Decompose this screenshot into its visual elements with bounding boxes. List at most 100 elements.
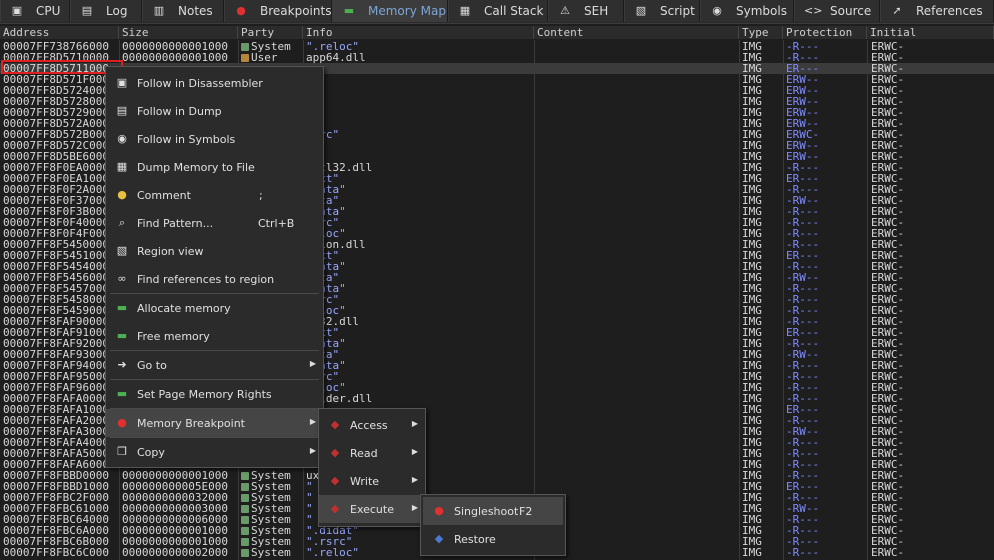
table-row[interactable]: 00007FF738766000 0000000000001000 System ".… (0, 41, 994, 52)
protection-cell: ER--- (786, 250, 820, 261)
initial-protection-cell: ERWC- (871, 415, 905, 426)
column-header-content[interactable]: Content (534, 26, 739, 39)
initial-protection-cell: ERWC- (871, 206, 905, 217)
menu-item-dump-memory-to-file[interactable]: ▦ Dump Memory to File (106, 153, 323, 181)
info-cell: pdata" (306, 206, 346, 217)
menu-item-allocate-memory[interactable]: ▬ Allocate memory (106, 294, 323, 322)
submenu-item-write[interactable]: ◆ Write ▶ (319, 467, 425, 495)
tab-cpu[interactable]: ▣ CPU (0, 0, 70, 22)
menu-item-copy[interactable]: ❐ Copy ▶ (106, 438, 323, 466)
menu-item-free-memory[interactable]: ▬ Free memory (106, 322, 323, 350)
initial-protection-cell: ERWC- (871, 41, 905, 52)
menu-item-follow-in-disassembler[interactable]: ▣ Follow in Disassembler (106, 69, 323, 97)
column-header-initial[interactable]: Initial (867, 26, 994, 39)
submenu-item-singleshoot[interactable]: ● Singleshoot F2 (423, 497, 563, 525)
protection-cell: -R--- (786, 459, 820, 470)
type-cell: IMG (742, 140, 762, 151)
submenu-item-restore[interactable]: ◆ Restore (423, 525, 563, 553)
size-cell: 000000000005E000 (122, 481, 228, 492)
tab-call-stack[interactable]: ▦ Call Stack (448, 0, 548, 22)
notes-icon: ▥ (153, 4, 165, 17)
tab-log[interactable]: ▤ Log (70, 0, 142, 22)
address-cell: 00007FF8FBC64000 (3, 514, 109, 525)
menu-item-label: Comment (137, 189, 191, 202)
column-header-protection[interactable]: Protection (783, 26, 867, 39)
menu-item-comment[interactable]: ● Comment; (106, 181, 323, 209)
table-row[interactable]: 00007FF8D5710000 0000000000001000 User app6… (0, 52, 994, 63)
type-cell: IMG (742, 41, 762, 52)
initial-protection-cell: ERWC- (871, 305, 905, 316)
type-cell: IMG (742, 536, 762, 547)
menu-item-go-to[interactable]: ➜ Go to ▶ (106, 351, 323, 379)
party-label: System (251, 492, 291, 503)
tab-label: CPU (36, 4, 61, 18)
protection-cell: -R--- (786, 393, 820, 404)
tab-notes[interactable]: ▥ Notes (142, 0, 224, 22)
initial-protection-cell: ERWC- (871, 283, 905, 294)
submenu-item-execute[interactable]: ◆ Execute ▶ (319, 495, 425, 523)
protection-cell: -R--- (786, 338, 820, 349)
protection-cell: -R--- (786, 437, 820, 448)
column-header-party[interactable]: Party (238, 26, 303, 39)
tab-symbols[interactable]: ◉ Symbols (700, 0, 794, 22)
tab-references[interactable]: ➚ References (880, 0, 994, 22)
menu-item-find-references-to-region[interactable]: ∞ Find references to region (106, 265, 323, 293)
menu-item-find-pattern[interactable]: ⌕ Find Pattern... Ctrl+B (106, 209, 323, 237)
protection-cell: -R--- (786, 206, 820, 217)
menu-item-set-page-memory-rights[interactable]: ▬ Set Page Memory Rights (106, 380, 323, 408)
menu-item-label: Set Page Memory Rights (137, 388, 272, 401)
size-cell: 0000000000001000 (122, 41, 228, 52)
type-cell: IMG (742, 514, 762, 525)
menu-item-memory-breakpoint[interactable]: ● Memory Breakpoint ▶ (106, 409, 323, 437)
tab-seh[interactable]: ⚠ SEH (548, 0, 624, 22)
tab-source[interactable]: <> Source (794, 0, 880, 22)
read-bp-icon: ◆ (330, 446, 340, 459)
initial-protection-cell: ERWC- (871, 382, 905, 393)
table-row[interactable]: 00007FF8FBBD0000 0000000000001000 System ux… (0, 470, 994, 481)
memory-breakpoint-submenu: ◆ Access ▶ ◆ Read ▶ ◆ Write ▶ ◆ Execute ▶ (318, 408, 426, 527)
table-row[interactable]: 00007FF8FBBD1000 000000000005E000 System " I… (0, 481, 994, 492)
menu-item-follow-in-symbols[interactable]: ◉ Follow in Symbols (106, 125, 323, 153)
initial-protection-cell: ERWC- (871, 129, 905, 140)
initial-protection-cell: ERWC- (871, 85, 905, 96)
initial-protection-cell: ERWC- (871, 404, 905, 415)
submenu-item-access[interactable]: ◆ Access ▶ (319, 411, 425, 439)
column-header-size[interactable]: Size (119, 26, 238, 39)
column-header-address[interactable]: Address (0, 26, 119, 39)
address-cell: 00007FF8F5459000 (3, 305, 109, 316)
type-cell: IMG (742, 272, 762, 283)
info-cell: rsrc" (306, 371, 534, 382)
initial-protection-cell: ERWC- (871, 107, 905, 118)
info-cell: data" (306, 195, 534, 206)
protection-cell: -R--- (786, 514, 820, 525)
initial-protection-cell: ERWC- (871, 63, 905, 74)
type-cell: IMG (742, 404, 762, 415)
submenu-item-read[interactable]: ◆ Read ▶ (319, 439, 425, 467)
initial-protection-cell: ERWC- (871, 96, 905, 107)
address-cell: 00007FF8D5BE6000 (3, 151, 109, 162)
info-cell: pdata" (306, 360, 346, 371)
menu-item-region-view[interactable]: ▧ Region view (106, 237, 323, 265)
tab-memory-map[interactable]: ▬ Memory Map (332, 0, 448, 22)
initial-protection-cell: ERWC- (871, 228, 905, 239)
region-view-icon: ▧ (116, 244, 128, 257)
address-cell: 00007FF8FAF94000 (3, 360, 109, 371)
protection-cell: ERW-- (786, 118, 820, 129)
initial-protection-cell: ERWC- (871, 338, 905, 349)
column-header-type[interactable]: Type (739, 26, 783, 39)
protection-cell: -R--- (786, 470, 820, 481)
user-icon (241, 54, 249, 62)
initial-protection-cell: ERWC- (871, 195, 905, 206)
tab-label: References (916, 4, 983, 18)
info-cell: rsrc" (306, 294, 534, 305)
protection-cell: -R--- (786, 239, 820, 250)
find-pattern-icon: ⌕ (118, 216, 126, 229)
column-header-info[interactable]: Info (303, 26, 534, 39)
party-label: System (251, 503, 291, 514)
tab-script[interactable]: ▧ Script (624, 0, 700, 22)
info-cell: rsrc" (306, 129, 534, 140)
type-cell: IMG (742, 85, 762, 96)
initial-protection-cell: ERWC- (871, 470, 905, 481)
menu-item-follow-in-dump[interactable]: ▤ Follow in Dump (106, 97, 323, 125)
tab-breakpoints[interactable]: ● Breakpoints (224, 0, 332, 22)
